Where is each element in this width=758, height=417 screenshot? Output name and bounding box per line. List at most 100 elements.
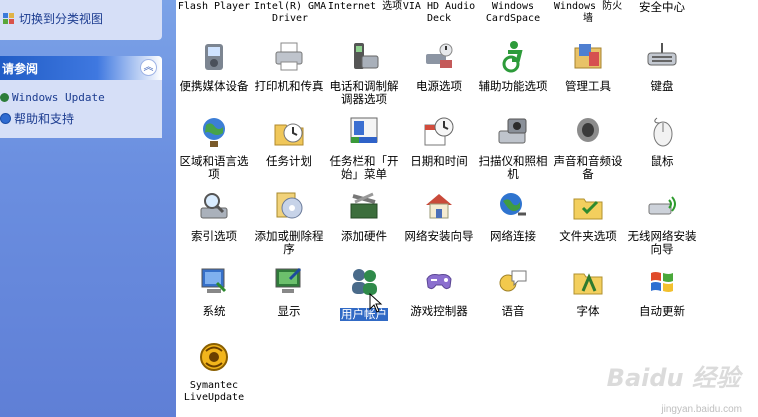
watermark-brand: Baidu 经验 [606,364,740,392]
cp-item-label: 日期和时间 [410,154,468,168]
top-item-via-audio[interactable]: VIA HD Audio Deck [401,1,477,25]
cp-item-add-hardware[interactable]: 添加硬件 [326,190,402,243]
top-item-intel-gma[interactable]: Intel(R) GMA Driver [252,1,328,25]
windows-flag-icon [651,272,673,292]
cp-item-portable-media[interactable]: 便携媒体设备 [176,40,252,93]
mouse-cursor-icon [369,293,383,313]
cp-item-wireless-setup[interactable]: 无线网络安装向导 [624,190,700,256]
cp-item-folder-options[interactable]: 文件夹选项 [550,190,626,243]
cp-item-user-accounts[interactable]: 用户帐户 [326,265,402,322]
cp-item-date-time[interactable]: 日期和时间 [401,115,477,168]
mouse-icon [653,117,673,147]
cp-item-label: 网络连接 [490,229,536,243]
windows-update-label: Windows Update [12,91,105,104]
taskbar-icon [350,117,378,143]
cp-item-label: 系统 [202,304,226,318]
scheduled-tasks-icon [274,123,304,146]
globe-icon [203,118,225,147]
cp-item-automatic-updates[interactable]: 自动更新 [624,265,700,318]
clock-icon [424,117,454,146]
cp-item-network-connections[interactable]: 网络连接 [475,190,551,243]
system-icon [201,268,227,293]
network-house-icon [426,194,452,219]
add-remove-icon [276,192,303,219]
cp-item-taskbar[interactable]: 任务栏和「开始」菜单 [326,115,402,181]
cp-item-keyboard[interactable]: 键盘 [624,40,700,93]
cp-item-label: Symantec LiveUpdate [183,380,245,403]
cp-item-accessibility[interactable]: 辅助功能选项 [475,40,551,93]
cp-item-sound[interactable]: 声音和音频设备 [550,115,626,181]
windows-update-link[interactable]: Windows Update [0,91,105,104]
cp-item-label: 无线网络安装向导 [627,229,697,256]
cp-item-region-language[interactable]: 区域和语言选项 [176,115,252,181]
cp-item-label: 管理工具 [565,79,611,93]
cp-item-label: 电源选项 [416,79,462,93]
cp-item-label: 添加硬件 [341,229,387,243]
cp-item-system[interactable]: 系统 [176,265,252,318]
cp-item-network-setup[interactable]: 网络安装向导 [401,190,477,243]
collapse-chevron-icon[interactable]: ︽ [140,59,157,76]
top-item-internet-options[interactable]: Internet 选项 [327,1,403,13]
cp-item-label: 辅助功能选项 [478,79,548,93]
cp-item-printers[interactable]: 打印机和传真 [251,40,327,93]
gamepad-icon [426,274,452,290]
watermark-url: jingyan.baidu.com [661,404,742,415]
help-support-label: 帮助和支持 [14,112,75,126]
task-pane: 切换到分类视图 请参阅 ︽ Windows Update 帮助和支持 [0,0,176,417]
cp-item-label: 声音和音频设备 [553,154,623,181]
cp-item-label: 网络安装向导 [404,229,474,243]
cp-item-indexing[interactable]: 索引选项 [176,190,252,243]
wireless-icon [648,196,676,215]
switch-category-view-link[interactable]: 切换到分类视图 [3,10,103,27]
switch-view-icon [3,12,14,24]
see-also-header[interactable]: 请参阅 ︽ [0,56,162,80]
folder-icon [573,198,603,220]
cp-item-power[interactable]: 电源选项 [401,40,477,93]
cp-item-label: 添加或删除程序 [254,229,324,256]
cp-item-label: 便携媒体设备 [179,79,249,93]
top-item-cardspace[interactable]: Windows CardSpace [475,1,551,25]
cp-item-mouse[interactable]: 鼠标 [624,115,700,168]
top-item-firewall[interactable]: Windows 防火墙 [550,1,626,25]
phone-modem-icon [354,43,379,69]
search-index-icon [200,193,228,219]
cp-item-label: 打印机和传真 [254,79,324,93]
portable-media-icon [205,44,223,70]
admin-tools-icon [574,44,602,69]
windows-update-icon [0,93,9,102]
cp-item-label: 文件夹选项 [559,229,617,243]
cp-item-scanner-camera[interactable]: 扫描仪和照相机 [475,115,551,181]
cp-item-label: 键盘 [650,79,674,93]
see-also-title: 请参阅 [2,62,39,76]
cp-item-display[interactable]: 显示 [251,265,327,318]
cp-item-speech[interactable]: 语音 [475,265,551,318]
cp-item-label: 区域和语言选项 [179,154,249,181]
top-item-flash[interactable]: Flash Player [176,1,252,13]
cp-item-label: 任务栏和「开始」菜单 [329,154,399,181]
cp-item-label: 任务计划 [266,154,312,168]
power-icon [426,43,453,68]
scanner-camera-icon [498,118,527,144]
switch-view-panel: 切换到分类视图 [0,0,162,40]
speech-icon [499,270,527,292]
cp-item-label: 鼠标 [650,154,674,168]
cp-item-game-controllers[interactable]: 游戏控制器 [401,265,477,318]
cp-item-admin-tools[interactable]: 管理工具 [550,40,626,93]
cp-item-symantec-liveupdate[interactable]: Symantec LiveUpdate [176,340,252,404]
speaker-icon [577,118,599,142]
cp-item-label: 索引选项 [191,229,237,243]
help-support-link[interactable]: 帮助和支持 [0,110,74,127]
cp-item-label: 字体 [576,304,600,318]
display-icon [275,267,302,293]
cp-item-add-remove[interactable]: 添加或删除程序 [251,190,327,256]
keyboard-icon [647,43,677,66]
cp-item-label: 扫描仪和照相机 [478,154,548,181]
cp-item-fonts[interactable]: 字体 [550,265,626,318]
hardware-icon [350,192,378,219]
cp-item-scheduled-tasks[interactable]: 任务计划 [251,115,327,168]
printer-icon [275,42,303,71]
cp-item-label: 电话和调制解调器选项 [329,79,399,106]
top-item-security-center[interactable]: 安全中心 [624,1,700,14]
cp-item-phone-modem[interactable]: 电话和调制解调器选项 [326,40,402,106]
network-globe-icon [500,193,526,216]
